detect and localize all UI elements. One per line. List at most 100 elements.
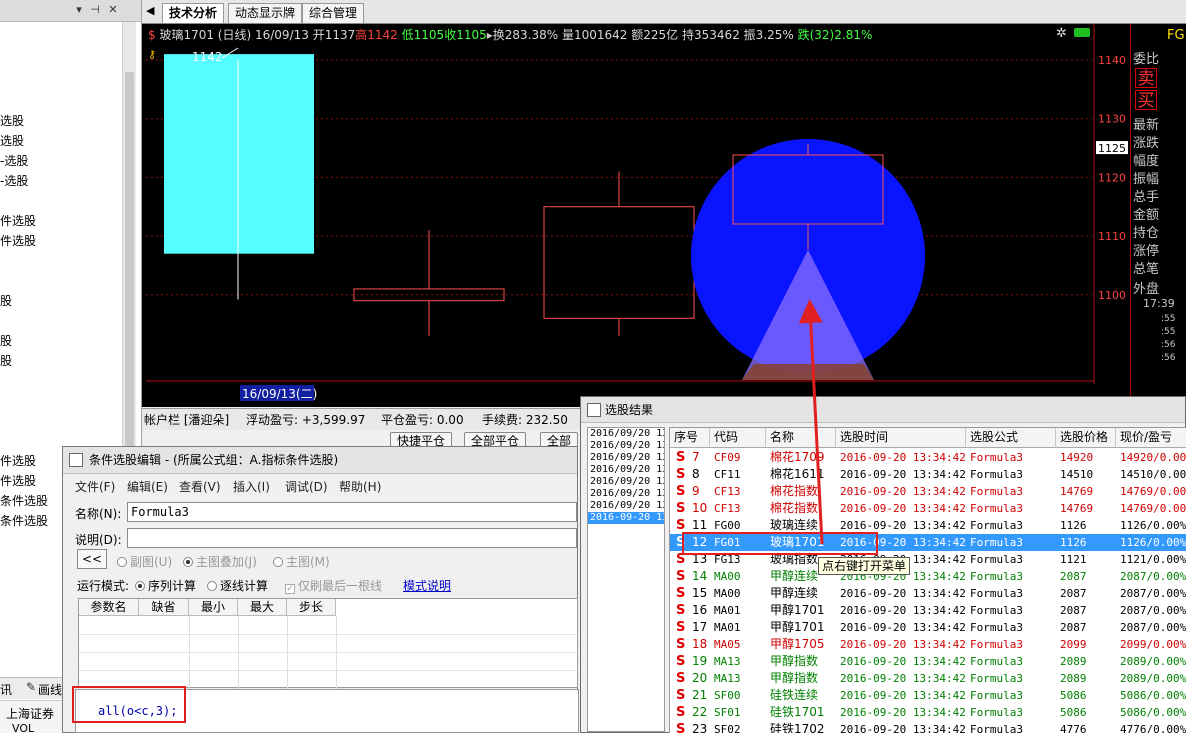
left-item[interactable]: -选股 — [0, 152, 28, 169]
table-row[interactable]: S 8 CF11 棉花1611 2016-09-20 13:34:42 Formula3 1… — [670, 466, 1186, 483]
settings-gear-icon[interactable]: ✲ — [1056, 26, 1067, 41]
date-list-item[interactable]: 2016/09/20 13 — [588, 452, 664, 464]
param-header-min[interactable]: 最小 — [189, 599, 238, 616]
param-header-step[interactable]: 步长 — [287, 599, 336, 616]
table-row[interactable]: S 22 SF01 硅铁1701 2016-09-20 13:34:42 Formula3… — [670, 704, 1186, 721]
radio-main-overlay[interactable]: 主图叠加(J) — [183, 553, 257, 570]
last-only-checkbox[interactable]: ✓ 仅刷最后一根线 — [285, 577, 382, 594]
menu-debug[interactable]: 调试(D) — [285, 478, 328, 495]
results-table[interactable]: 序号 代码 名称 选股时间 选股公式 选股价格 现价/盈亏 S 7 CF09 棉花1709 2016-… — [669, 427, 1186, 733]
left-item[interactable]: 选股 — [0, 132, 24, 149]
header-col-formula[interactable]: 选股公式 — [966, 428, 1056, 448]
close-icon[interactable]: ✕ — [106, 3, 120, 17]
table-row[interactable]: S 23 SF02 硅铁1702 2016-09-20 13:34:42 Formula3… — [670, 721, 1186, 733]
left-item[interactable]: 股 — [0, 292, 12, 309]
cell-col-index: 9 — [692, 484, 700, 498]
left-item[interactable]: 选股 — [0, 112, 24, 129]
header-col-now[interactable]: 现价/盈亏 — [1116, 428, 1186, 448]
date-list[interactable]: 2016/09/20 13 2016/09/20 13 2016/09/20 13 2… — [587, 427, 665, 732]
header-col-time[interactable]: 选股时间 — [836, 428, 966, 448]
tab-general-management[interactable]: 综合管理 — [302, 3, 365, 23]
cell-col-name: 硅铁1701 — [770, 705, 825, 719]
table-row[interactable]: S 21 SF00 硅铁连续 2016-09-20 13:34:42 Formula3 50… — [670, 687, 1186, 704]
param-header-max[interactable]: 最大 — [238, 599, 287, 616]
left-item[interactable]: 件选股 — [0, 452, 36, 469]
cell-col-price: 14769 — [1060, 485, 1094, 498]
table-row[interactable]: S 17 MA01 甲醇1701 2016-09-20 13:34:42 Formula3… — [670, 619, 1186, 636]
collapse-button[interactable]: << — [77, 549, 107, 569]
chart-mode-icon[interactable] — [1074, 28, 1090, 37]
cell-col-formula: Formula3 — [970, 604, 1023, 617]
left-item[interactable]: 条件选股 — [0, 492, 48, 509]
radio-sub-chart[interactable]: 副图(U) — [117, 553, 172, 570]
radio-sequence[interactable]: 序列计算 — [135, 577, 196, 594]
header-col-price[interactable]: 选股价格 — [1056, 428, 1116, 448]
menu-file[interactable]: 文件(F) — [75, 478, 115, 495]
left-item[interactable]: 股 — [0, 332, 12, 349]
param-table[interactable]: 参数名 缺省 最小 最大 步长 — [78, 598, 579, 689]
table-row[interactable]: S 15 MA00 甲醇连续 2016-09-20 13:34:42 Formula3 20… — [670, 585, 1186, 602]
desc-input[interactable] — [127, 528, 577, 548]
date-list-item[interactable]: 2016/09/20 13 — [588, 440, 664, 452]
header-col-index[interactable]: 序号 — [670, 428, 710, 448]
left-item[interactable]: -选股 — [0, 172, 28, 189]
table-row[interactable]: S 14 MA00 甲醇连续 2016-09-20 13:34:42 Formula3 20… — [670, 568, 1186, 585]
table-row[interactable]: S 16 MA01 甲醇1701 2016-09-20 13:34:42 Formula3… — [670, 602, 1186, 619]
name-input[interactable]: Formula3 — [127, 502, 577, 522]
left-item[interactable]: 件选股 — [0, 212, 36, 229]
menu-view[interactable]: 查看(V) — [179, 478, 221, 495]
header-col-code[interactable]: 代码 — [710, 428, 766, 448]
tab-draw-line[interactable]: 画线 — [38, 681, 62, 698]
menu-edit[interactable]: 编辑(E) — [127, 478, 168, 495]
param-header-default[interactable]: 缺省 — [139, 599, 189, 616]
last-only-label: 仅刷最后一根线 — [298, 579, 383, 593]
header-col-name[interactable]: 名称 — [766, 428, 836, 448]
date-list-item[interactable]: 2016/09/20 13 — [588, 500, 664, 512]
date-list-item[interactable]: 2016/09/20 13 — [588, 428, 664, 440]
mode-help-link[interactable]: 模式说明 — [403, 577, 451, 594]
left-item[interactable]: 条件选股 — [0, 512, 48, 529]
candlestick-chart[interactable]: 1140 1130 1125 1120 1110 1100 1142 16/09/13(二) … — [142, 24, 1130, 407]
cell-col-name: 甲醇指数 — [770, 671, 819, 685]
cell-col-formula: Formula3 — [970, 570, 1023, 583]
row-signal: S — [676, 620, 686, 635]
date-list-item[interactable]: 2016/09/20 13 — [588, 464, 664, 476]
tab-dynamic-board[interactable]: 动态显示牌 — [228, 3, 303, 23]
cell-col-name: 甲醇1701 — [770, 620, 825, 634]
dropdown-icon[interactable]: ▾ — [72, 3, 86, 17]
sell-button[interactable]: 卖 — [1135, 68, 1157, 89]
table-row[interactable]: S 20 MA13 甲醇指数 2016-09-20 13:34:42 Formula3 20… — [670, 670, 1186, 687]
radio-step[interactable]: 逐线计算 — [207, 577, 268, 594]
row-signal: S — [676, 722, 686, 733]
pin-icon[interactable]: ⊣ — [88, 3, 102, 17]
editor-title: 条件选股编辑 - (所属公式组：A.指标条件选股) — [89, 453, 339, 467]
table-row[interactable]: S 9 CF13 棉花指数 2016-09-20 13:34:42 Formula3 147… — [670, 483, 1186, 500]
vol-label[interactable]: VOL — [12, 722, 34, 733]
param-header-name[interactable]: 参数名 — [79, 599, 139, 616]
table-row[interactable]: S 19 MA13 甲醇指数 2016-09-20 13:34:42 Formula3 20… — [670, 653, 1186, 670]
left-item[interactable]: 件选股 — [0, 232, 36, 249]
radio-sequence-label: 序列计算 — [148, 579, 197, 593]
context-menu-tooltip: 点右键打开菜单 — [818, 557, 911, 575]
date-list-item[interactable]: 2016/09/20 13 — [588, 488, 664, 500]
buy-button[interactable]: 买 — [1135, 90, 1157, 111]
radio-main-chart[interactable]: 主图(M) — [273, 553, 330, 570]
table-row[interactable]: S 10 CF13 棉花指数 2016-09-20 13:34:42 Formula3 14… — [670, 500, 1186, 517]
left-item[interactable]: 件选股 — [0, 472, 36, 489]
tab-news[interactable]: 讯 — [0, 681, 12, 698]
menu-help[interactable]: 帮助(H) — [339, 478, 381, 495]
date-list-item[interactable]: 2016-09-20 13 — [588, 512, 664, 524]
menu-insert[interactable]: 插入(I) — [233, 478, 270, 495]
table-row[interactable]: S 7 CF09 棉花1709 2016-09-20 13:34:42 Formula3 1… — [670, 449, 1186, 466]
info-close: 收1105 — [444, 28, 487, 42]
cell-col-price: 2089 — [1060, 655, 1087, 668]
cell-col-time: 2016-09-20 13:34:42 — [840, 502, 966, 515]
table-row[interactable]: S 18 MA05 甲醇1705 2016-09-20 13:34:42 Formula3… — [670, 636, 1186, 653]
radio-dot — [117, 557, 127, 567]
left-item[interactable]: 股 — [0, 352, 12, 369]
tab-scroll-left-icon[interactable]: ◀ — [146, 4, 154, 17]
tab-technical-analysis[interactable]: 技术分析 — [162, 3, 225, 23]
cell-col-time: 2016-09-20 13:34:42 — [840, 723, 966, 733]
date-list-item[interactable]: 2016/09/20 13 — [588, 476, 664, 488]
account-title: 帐户栏 [潘迎朵] — [144, 413, 230, 427]
